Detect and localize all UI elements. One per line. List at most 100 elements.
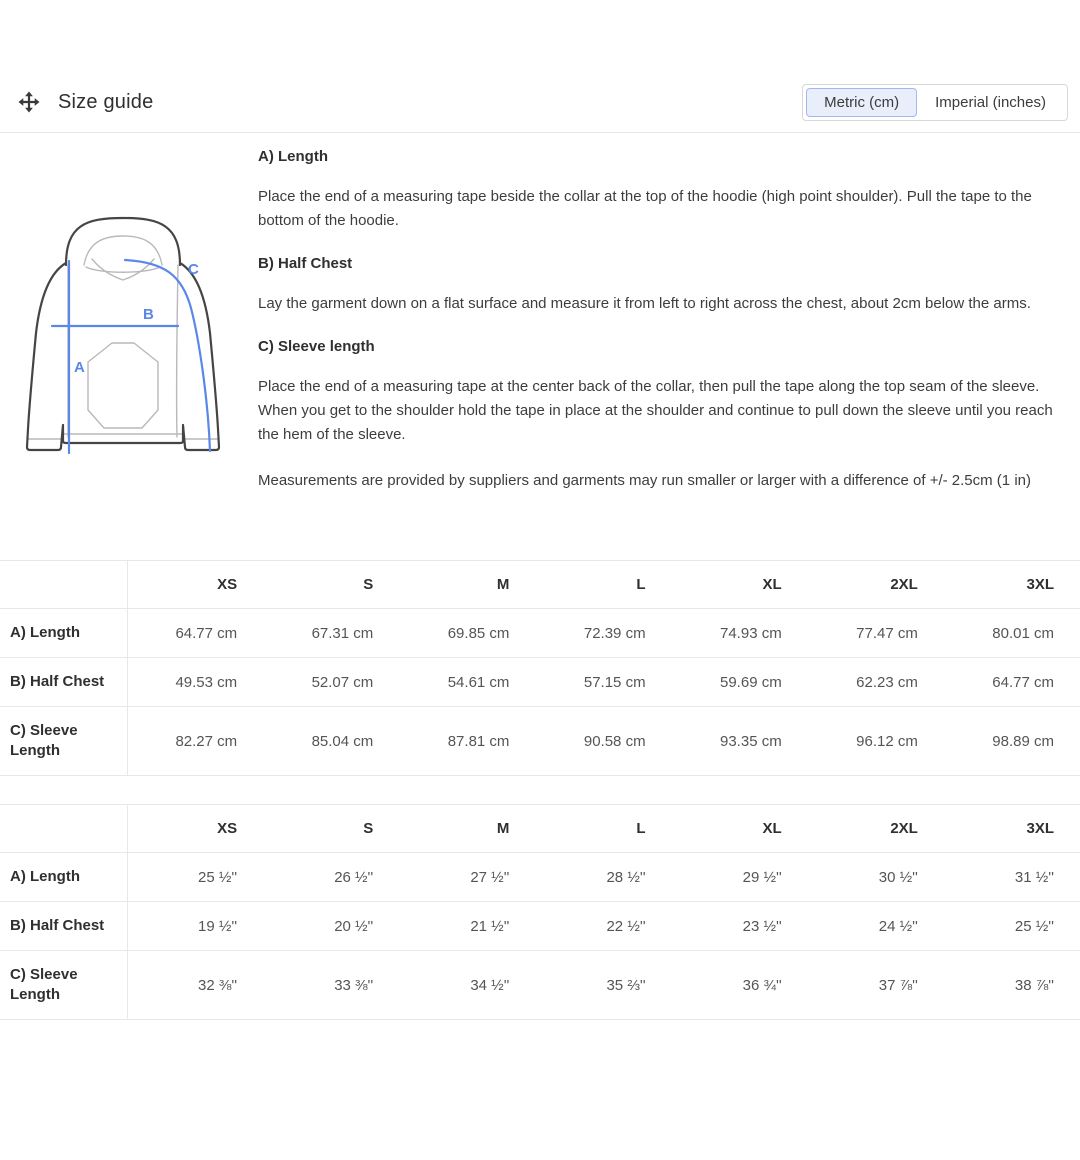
measurement-cell: 19 ½''	[127, 902, 263, 951]
disclaimer-text: Measurements are provided by suppliers a…	[258, 469, 1068, 493]
measurement-cell: 82.27 cm	[127, 707, 263, 776]
size-col-header: XS	[127, 805, 263, 853]
size-col-header: 3XL	[944, 805, 1080, 853]
measurement-cell: 25 ½''	[127, 853, 263, 902]
measurement-cell: 77.47 cm	[808, 609, 944, 658]
row-label: B) Half Chest	[0, 902, 127, 951]
section-length: A) Length Place the end of a measuring t…	[258, 148, 1068, 233]
diagram-label-b: B	[143, 306, 154, 323]
measurement-cell: 31 ½''	[944, 853, 1080, 902]
move-icon[interactable]	[17, 90, 41, 114]
title-group: Size guide	[17, 90, 153, 114]
measurement-cell: 96.12 cm	[808, 707, 944, 776]
measurement-cell: 85.04 cm	[263, 707, 399, 776]
diagram-label-c: C	[188, 261, 199, 278]
measurement-cell: 54.61 cm	[399, 658, 535, 707]
measurement-lines	[52, 260, 210, 453]
measurement-cell: 34 ½''	[399, 951, 535, 1020]
measurement-cell: 93.35 cm	[672, 707, 808, 776]
measurement-cell: 87.81 cm	[399, 707, 535, 776]
row-label: A) Length	[0, 609, 127, 658]
table-row-length: A) Length 64.77 cm 67.31 cm 69.85 cm 72.…	[0, 609, 1080, 658]
instructions: A) Length Place the end of a measuring t…	[258, 133, 1068, 560]
measurement-cell: 36 ¾''	[672, 951, 808, 1020]
table-row-sleeve-length: C) Sleeve Length 82.27 cm 85.04 cm 87.81…	[0, 707, 1080, 776]
measurement-cell: 62.23 cm	[808, 658, 944, 707]
size-col-header: L	[535, 561, 671, 609]
measurement-cell: 22 ½''	[535, 902, 671, 951]
hoodie-outline	[27, 218, 219, 450]
size-guide-header: Size guide Metric (cm) Imperial (inches)	[0, 80, 1080, 133]
size-col-header: 3XL	[944, 561, 1080, 609]
size-col-header: S	[263, 805, 399, 853]
measurement-cell: 57.15 cm	[535, 658, 671, 707]
size-col-header: XL	[672, 805, 808, 853]
imperial-toggle-button[interactable]: Imperial (inches)	[917, 88, 1064, 117]
row-label: C) Sleeve Length	[0, 707, 127, 776]
measurement-cell: 67.31 cm	[263, 609, 399, 658]
measurement-cell: 26 ½''	[263, 853, 399, 902]
row-label: C) Sleeve Length	[0, 951, 127, 1020]
measurement-cell: 38 ⅞''	[944, 951, 1080, 1020]
table-row-length: A) Length 25 ½'' 26 ½'' 27 ½'' 28 ½'' 29…	[0, 853, 1080, 902]
size-guide-panel: Size guide Metric (cm) Imperial (inches)	[0, 80, 1080, 1020]
table-row-sleeve-length: C) Sleeve Length 32 ⅜'' 33 ⅜'' 34 ½'' 35…	[0, 951, 1080, 1020]
measurement-cell: 27 ½''	[399, 853, 535, 902]
size-col-header: M	[399, 805, 535, 853]
measurement-cell: 69.85 cm	[399, 609, 535, 658]
table-row-half-chest: B) Half Chest 19 ½'' 20 ½'' 21 ½'' 22 ½'…	[0, 902, 1080, 951]
measurement-cell: 59.69 cm	[672, 658, 808, 707]
measurement-cell: 20 ½''	[263, 902, 399, 951]
measurement-cell: 37 ⅞''	[808, 951, 944, 1020]
measurement-cell: 28 ½''	[535, 853, 671, 902]
size-col-header: 2XL	[808, 561, 944, 609]
measurement-cell: 32 ⅜''	[127, 951, 263, 1020]
measurement-cell: 72.39 cm	[535, 609, 671, 658]
measurement-cell: 90.58 cm	[535, 707, 671, 776]
measurement-cell: 74.93 cm	[672, 609, 808, 658]
size-table-imperial: XS S M L XL 2XL 3XL A) Length 25 ½'' 26 …	[0, 804, 1080, 1020]
measurement-cell: 80.01 cm	[944, 609, 1080, 658]
table-row-half-chest: B) Half Chest 49.53 cm 52.07 cm 54.61 cm…	[0, 658, 1080, 707]
section-heading: A) Length	[258, 148, 1068, 165]
size-col-header: M	[399, 561, 535, 609]
section-body: Lay the garment down on a flat surface a…	[258, 292, 1068, 316]
corner-cell	[0, 805, 127, 853]
size-col-header: XL	[672, 561, 808, 609]
measurement-cell: 64.77 cm	[127, 609, 263, 658]
section-half-chest: B) Half Chest Lay the garment down on a …	[258, 255, 1068, 316]
measurement-cell: 21 ½''	[399, 902, 535, 951]
unit-toggle: Metric (cm) Imperial (inches)	[802, 84, 1068, 121]
measurement-cell: 35 ⅔''	[535, 951, 671, 1020]
row-label: B) Half Chest	[0, 658, 127, 707]
section-sleeve-length: C) Sleeve length Place the end of a meas…	[258, 338, 1068, 447]
section-body: Place the end of a measuring tape at the…	[258, 375, 1068, 447]
size-col-header: L	[535, 805, 671, 853]
section-heading: C) Sleeve length	[258, 338, 1068, 355]
measurement-cell: 30 ½''	[808, 853, 944, 902]
measurement-cell: 98.89 cm	[944, 707, 1080, 776]
measurement-cell: 49.53 cm	[127, 658, 263, 707]
measurement-cell: 23 ½''	[672, 902, 808, 951]
row-label: A) Length	[0, 853, 127, 902]
size-col-header: 2XL	[808, 805, 944, 853]
size-col-header: S	[263, 561, 399, 609]
measurement-cell: 29 ½''	[672, 853, 808, 902]
measurement-cell: 24 ½''	[808, 902, 944, 951]
measure-guide-content: A B C A) Length Place the end of a measu…	[0, 133, 1080, 560]
measurement-cell: 25 ½''	[944, 902, 1080, 951]
size-table-header-row: XS S M L XL 2XL 3XL	[0, 805, 1080, 853]
corner-cell	[0, 561, 127, 609]
hoodie-diagram: A B C	[8, 133, 258, 560]
measurement-cell: 64.77 cm	[944, 658, 1080, 707]
size-table-metric: XS S M L XL 2XL 3XL A) Length 64.77 cm 6…	[0, 560, 1080, 776]
size-table-header-row: XS S M L XL 2XL 3XL	[0, 561, 1080, 609]
measurement-line-c	[125, 260, 210, 451]
page-title: Size guide	[58, 91, 153, 114]
section-heading: B) Half Chest	[258, 255, 1068, 272]
size-col-header: XS	[127, 561, 263, 609]
measurement-cell: 52.07 cm	[263, 658, 399, 707]
section-body: Place the end of a measuring tape beside…	[258, 185, 1068, 233]
metric-toggle-button[interactable]: Metric (cm)	[806, 88, 917, 117]
measurement-cell: 33 ⅜''	[263, 951, 399, 1020]
